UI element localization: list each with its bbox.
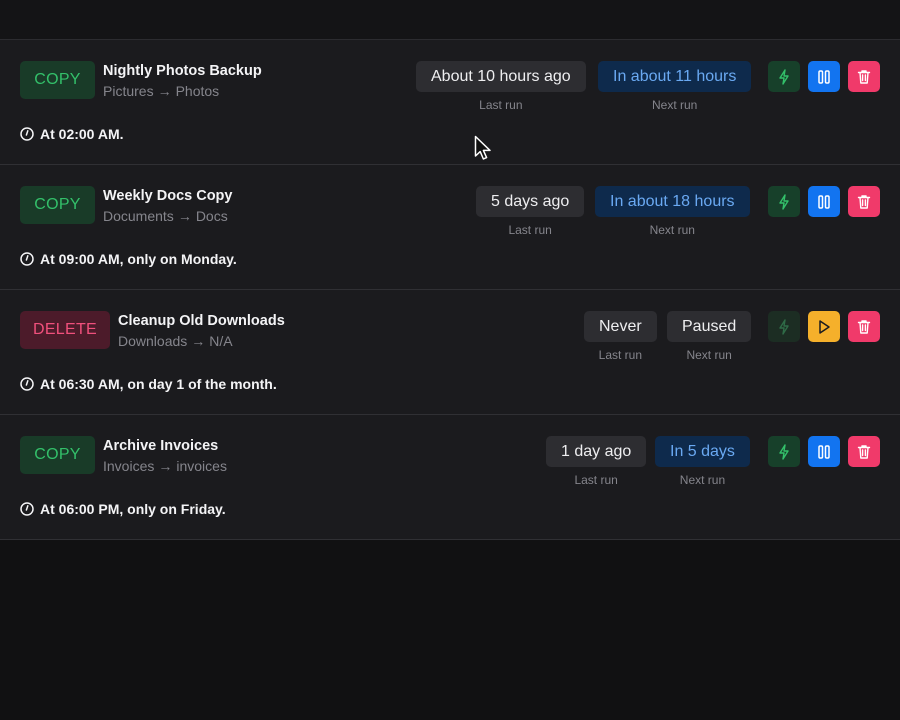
next-run-caption: Next run (652, 98, 698, 112)
run-now-button[interactable] (768, 61, 800, 92)
arrow-icon: → (191, 333, 206, 349)
delete-button[interactable] (848, 61, 880, 92)
top-bar (0, 0, 900, 40)
next-run-group: In 5 days Next run (655, 436, 750, 487)
last-run-caption: Last run (479, 98, 523, 112)
last-run-caption: Last run (574, 473, 618, 487)
next-run-group: Paused Next run (667, 311, 752, 362)
job-path: Pictures → Photos (103, 82, 262, 100)
last-run-pill: About 10 hours ago (416, 61, 586, 92)
job-info: Weekly Docs Copy Documents → Docs (103, 187, 232, 225)
job-source: Invoices (103, 458, 155, 474)
schedule-text: At 06:30 AM, on day 1 of the month. (40, 376, 277, 392)
schedule: At 06:30 AM, on day 1 of the month. (20, 376, 277, 392)
job-source: Pictures (103, 83, 154, 99)
job-info: Cleanup Old Downloads Downloads → N/A (118, 312, 285, 350)
clock-icon (20, 377, 34, 391)
job-row: COPY Weekly Docs Copy Documents → Docs 5 d… (0, 165, 900, 290)
lightning-icon (779, 68, 789, 85)
next-run-group: In about 11 hours Next run (598, 61, 752, 112)
clock-icon (20, 127, 34, 141)
lightning-icon (779, 193, 789, 210)
lightning-icon (779, 318, 789, 335)
next-run-caption: Next run (649, 223, 695, 237)
next-run-caption: Next run (679, 473, 726, 487)
next-run-group: In about 18 hours Next run (595, 186, 750, 237)
job-info: Nightly Photos Backup Pictures → Photos (103, 62, 262, 100)
pause-button[interactable] (808, 436, 840, 467)
job-source: Downloads (118, 333, 188, 349)
lightning-icon (779, 443, 789, 460)
pause-icon (818, 194, 830, 209)
delete-button[interactable] (848, 186, 880, 217)
trash-icon (857, 444, 871, 459)
job-list: COPY Nightly Photos Backup Pictures → Phot… (0, 40, 900, 540)
next-run-pill: In 5 days (655, 436, 750, 467)
last-run-group: About 10 hours ago Last run (416, 61, 586, 112)
pause-button[interactable] (808, 61, 840, 92)
job-type-badge: DELETE (20, 311, 110, 349)
play-icon (819, 319, 830, 334)
job-row: COPY Nightly Photos Backup Pictures → Phot… (0, 40, 900, 165)
job-type-badge: COPY (20, 61, 95, 99)
job-row: DELETE Cleanup Old Downloads Downloads → N… (0, 290, 900, 415)
last-run-group: 5 days ago Last run (476, 186, 585, 237)
next-run-pill: Paused (667, 311, 752, 342)
job-destination: Docs (195, 208, 228, 224)
job-type-badge: COPY (20, 186, 95, 224)
job-destination: N/A (209, 333, 233, 349)
next-run-caption: Next run (686, 348, 732, 362)
trash-icon (857, 69, 871, 84)
job-name: Nightly Photos Backup (103, 63, 262, 79)
job-info: Archive Invoices Invoices → invoices (103, 437, 227, 475)
last-run-pill: 1 day ago (546, 436, 647, 467)
job-path: Invoices → invoices (103, 457, 227, 475)
last-run-pill: Never (584, 311, 657, 342)
pause-button[interactable] (808, 186, 840, 217)
arrow-icon: → (158, 458, 173, 474)
job-path: Documents → Docs (103, 207, 232, 225)
clock-icon (20, 502, 34, 516)
job-name: Archive Invoices (103, 438, 219, 454)
job-path: Downloads → N/A (118, 332, 285, 350)
pause-icon (818, 444, 830, 459)
last-run-group: 1 day ago Last run (546, 436, 647, 487)
arrow-icon: → (177, 208, 192, 224)
next-run-pill: In about 18 hours (595, 186, 750, 217)
schedule: At 02:00 AM. (20, 126, 124, 142)
schedule-text: At 02:00 AM. (40, 126, 124, 142)
resume-button[interactable] (808, 311, 840, 342)
job-type-badge: COPY (20, 436, 95, 474)
clock-icon (20, 252, 34, 266)
schedule: At 09:00 AM, only on Monday. (20, 251, 237, 267)
last-run-caption: Last run (598, 348, 643, 362)
job-name: Weekly Docs Copy (103, 188, 233, 204)
arrow-icon: → (157, 83, 172, 99)
last-run-caption: Last run (508, 223, 552, 237)
next-run-pill: In about 11 hours (598, 61, 752, 92)
pause-icon (818, 69, 830, 84)
delete-button[interactable] (848, 436, 880, 467)
run-now-button[interactable] (768, 436, 800, 467)
job-destination: Photos (175, 83, 220, 99)
job-name: Cleanup Old Downloads (118, 313, 285, 329)
last-run-group: Never Last run (584, 311, 657, 362)
trash-icon (857, 194, 871, 209)
job-destination: invoices (176, 458, 227, 474)
trash-icon (857, 319, 871, 334)
run-now-button[interactable] (768, 311, 800, 342)
job-source: Documents (103, 208, 174, 224)
app-window: COPY Nightly Photos Backup Pictures → Phot… (0, 0, 900, 720)
run-now-button[interactable] (768, 186, 800, 217)
schedule: At 06:00 PM, only on Friday. (20, 501, 226, 517)
schedule-text: At 06:00 PM, only on Friday. (40, 501, 226, 517)
schedule-text: At 09:00 AM, only on Monday. (40, 251, 237, 267)
last-run-pill: 5 days ago (476, 186, 585, 217)
job-row: COPY Archive Invoices Invoices → invoices … (0, 415, 900, 540)
delete-button[interactable] (848, 311, 880, 342)
